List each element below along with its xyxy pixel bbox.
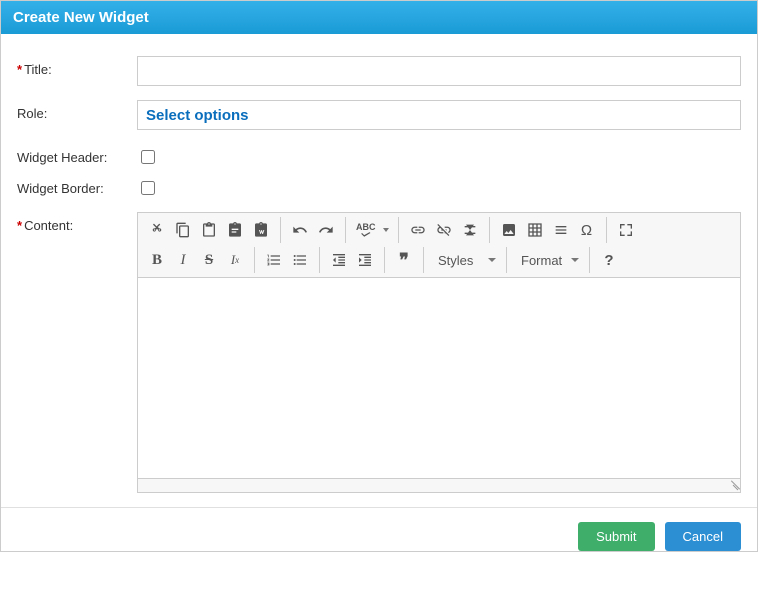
chevron-down-icon — [571, 258, 579, 262]
create-widget-dialog: Create New Widget *Title: Role: Select o… — [0, 0, 758, 552]
field-role: Select options — [137, 100, 741, 130]
spellcheck-button[interactable]: ABC — [352, 217, 380, 243]
row-title: *Title: — [17, 56, 741, 86]
role-placeholder: Select options — [146, 107, 249, 124]
paste-text-icon[interactable] — [222, 217, 248, 243]
resize-grip[interactable] — [726, 478, 738, 490]
row-widget-header: Widget Header: — [17, 144, 741, 167]
content-editor-area[interactable] — [138, 278, 740, 478]
cut-icon[interactable] — [144, 217, 170, 243]
row-content: *Content: — [17, 212, 741, 493]
required-asterisk: * — [17, 218, 22, 233]
label-content: *Content: — [17, 212, 137, 233]
format-combo[interactable]: Format — [513, 247, 583, 273]
label-widget-border: Widget Border: — [17, 175, 137, 196]
italic-button[interactable]: I — [170, 247, 196, 273]
strike-button[interactable]: S — [196, 247, 222, 273]
paste-icon[interactable] — [196, 217, 222, 243]
indent-icon[interactable] — [352, 247, 378, 273]
dialog-title: Create New Widget — [1, 1, 757, 34]
submit-button[interactable]: Submit — [578, 522, 654, 551]
rich-text-editor: ABC — [137, 212, 741, 493]
copy-icon[interactable] — [170, 217, 196, 243]
outdent-icon[interactable] — [326, 247, 352, 273]
paste-word-icon[interactable] — [248, 217, 274, 243]
chevron-down-icon — [488, 258, 496, 262]
label-role: Role: — [17, 100, 137, 121]
unlink-icon[interactable] — [431, 217, 457, 243]
anchor-icon[interactable] — [457, 217, 483, 243]
dialog-body: *Title: Role: Select options Widget Head… — [1, 34, 757, 507]
dialog-footer: Submit Cancel — [1, 507, 757, 551]
field-title — [137, 56, 741, 86]
spellcheck-dropdown-icon[interactable] — [380, 217, 392, 243]
redo-icon[interactable] — [313, 217, 339, 243]
specialchar-icon[interactable]: Ω — [574, 217, 600, 243]
help-button[interactable]: ? — [596, 247, 622, 273]
remove-format-button[interactable]: Ix — [222, 247, 248, 273]
row-role: Role: Select options — [17, 100, 741, 130]
row-widget-border: Widget Border: — [17, 175, 741, 198]
hr-icon[interactable] — [548, 217, 574, 243]
editor-resize-bar — [138, 478, 740, 492]
toolbar-row-2: B I S Ix — [144, 247, 734, 273]
required-asterisk: * — [17, 62, 22, 77]
numbered-list-icon[interactable] — [261, 247, 287, 273]
field-widget-header — [137, 144, 741, 167]
blockquote-icon[interactable]: ❞ — [391, 247, 417, 273]
label-widget-header: Widget Header: — [17, 144, 137, 165]
styles-combo[interactable]: Styles — [430, 247, 500, 273]
toolbar-row-1: ABC — [144, 217, 734, 243]
undo-icon[interactable] — [287, 217, 313, 243]
widget-header-checkbox[interactable] — [141, 150, 155, 164]
role-select[interactable]: Select options — [137, 100, 741, 130]
title-input[interactable] — [137, 56, 741, 86]
maximize-icon[interactable] — [613, 217, 639, 243]
field-content: ABC — [137, 212, 741, 493]
link-icon[interactable] — [405, 217, 431, 243]
label-title: *Title: — [17, 56, 137, 77]
bold-button[interactable]: B — [144, 247, 170, 273]
cancel-button[interactable]: Cancel — [665, 522, 741, 551]
table-icon[interactable] — [522, 217, 548, 243]
bullet-list-icon[interactable] — [287, 247, 313, 273]
widget-border-checkbox[interactable] — [141, 181, 155, 195]
editor-toolbar: ABC — [138, 213, 740, 278]
field-widget-border — [137, 175, 741, 198]
image-icon[interactable] — [496, 217, 522, 243]
